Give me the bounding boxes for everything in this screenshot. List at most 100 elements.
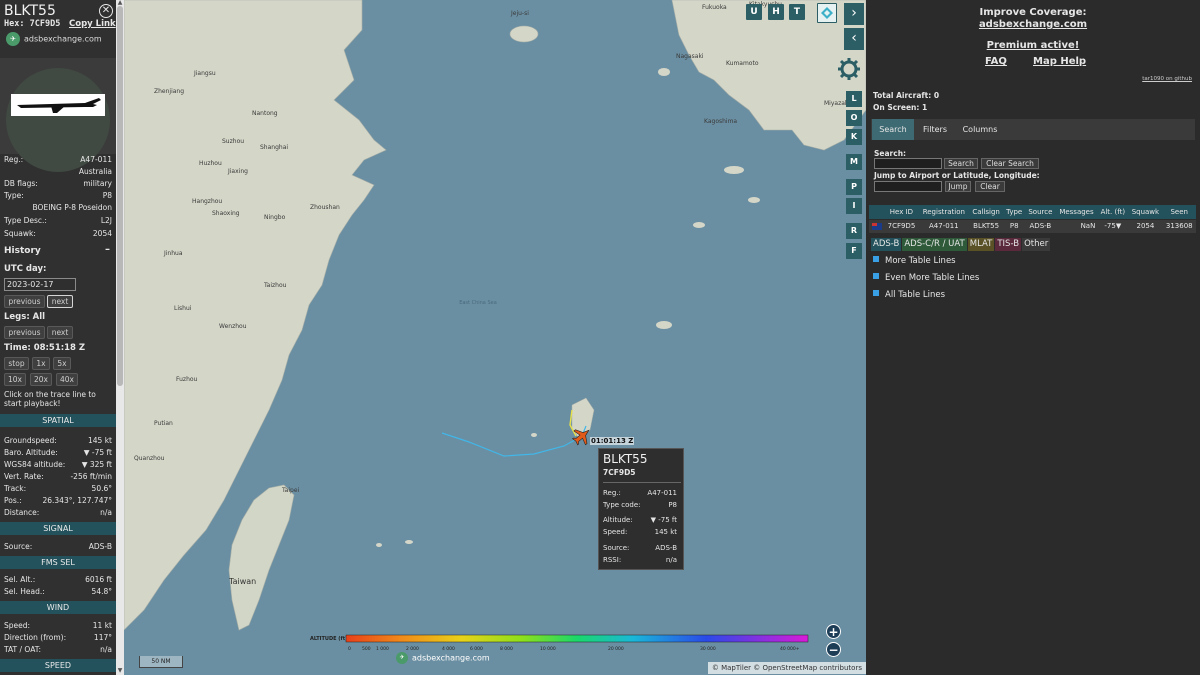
map-label: Kagoshima xyxy=(704,118,738,125)
speed-5x-button[interactable]: 5x xyxy=(53,357,71,370)
spatial-value: ▼ -75 ft xyxy=(83,448,112,457)
history-collapse-button[interactable]: – xyxy=(105,244,110,255)
leg-next-button[interactable]: next xyxy=(47,326,73,339)
toolbar-t-button[interactable]: T xyxy=(789,4,805,20)
toggle-l-button[interactable]: L xyxy=(846,91,862,107)
column-header-source[interactable]: Source xyxy=(1025,205,1056,219)
fms-key: Sel. Head.: xyxy=(4,587,45,596)
column-header-squawk[interactable]: Squawk xyxy=(1128,205,1163,219)
wind-key: Speed: xyxy=(4,621,31,630)
all-table-lines[interactable]: All Table Lines xyxy=(873,290,945,300)
cell-callsign: BLKT55 xyxy=(968,218,1004,233)
legs-label: Legs: All xyxy=(4,312,46,322)
map-brand[interactable]: ✈ adsbexchange.com xyxy=(396,652,490,664)
map-label: Jinhua xyxy=(164,250,183,257)
github-link[interactable]: tar1090 on github xyxy=(1142,76,1192,82)
zoom-in-button[interactable]: + xyxy=(826,624,841,639)
jump-label: Jump to Airport or Latitude, Longitude: xyxy=(874,171,1040,180)
toggle-p-button[interactable]: P xyxy=(846,179,862,195)
wind-key: Direction (from): xyxy=(4,633,67,642)
faq-link[interactable]: FAQ xyxy=(985,56,1007,67)
column-header-messages[interactable]: Messages xyxy=(1055,205,1098,219)
scrollbar-thumb[interactable] xyxy=(117,6,123,386)
speed-1x-button[interactable]: 1x xyxy=(32,357,50,370)
map-attribution[interactable]: © MapTiler © OpenStreetMap contributors xyxy=(707,662,866,674)
dbflags-label: DB flags: xyxy=(4,179,38,188)
spatial-header[interactable]: SPATIAL xyxy=(0,414,116,427)
speed-20x-button[interactable]: 20x xyxy=(30,373,52,386)
clear-jump-button[interactable]: Clear xyxy=(975,181,1005,192)
speed-header[interactable]: SPEED xyxy=(0,659,116,672)
layers-button[interactable] xyxy=(817,3,837,23)
map-help-link[interactable]: Map Help xyxy=(1033,56,1086,67)
left-panel-scrollbar[interactable]: ▲ ▼ xyxy=(116,0,124,675)
adsbx-link[interactable]: ✈ adsbexchange.com xyxy=(6,32,102,46)
column-header-type[interactable]: Type xyxy=(1003,205,1026,219)
scale-bar: 50 NM xyxy=(139,656,183,668)
fms-header[interactable]: FMS SEL xyxy=(0,556,116,569)
toggle-f-button[interactable]: F xyxy=(846,243,862,259)
fms-value: 6016 ft xyxy=(85,575,112,584)
more-table-lines[interactable]: More Table Lines xyxy=(873,256,956,266)
toggle-k-button[interactable]: K xyxy=(846,129,862,145)
spatial-value: ▼ 325 ft xyxy=(81,460,112,469)
checkbox-icon[interactable] xyxy=(873,256,879,262)
search-button[interactable]: Search xyxy=(944,158,978,169)
signal-source-label: Source: xyxy=(4,542,33,551)
scroll-down-icon[interactable]: ▼ xyxy=(116,668,124,674)
speed-10x-button[interactable]: 10x xyxy=(4,373,26,386)
aircraft-popup[interactable]: BLKT55 7CF9D5 Reg.: A47-011 Type code: P8 … xyxy=(598,448,684,570)
toggle-r-button[interactable]: R xyxy=(846,223,862,239)
column-header-hex[interactable]: Hex ID xyxy=(884,205,919,219)
toggle-o-button[interactable]: O xyxy=(846,110,862,126)
popup-value: n/a xyxy=(665,556,677,564)
improve-coverage-link[interactable]: adsbexchange.com xyxy=(866,19,1200,30)
checkbox-icon[interactable] xyxy=(873,273,879,279)
expand-panel-button[interactable]: › xyxy=(844,3,864,25)
speed-40x-button[interactable]: 40x xyxy=(56,373,78,386)
aircraft-silhouette[interactable] xyxy=(11,94,105,116)
clear-search-button[interactable]: Clear Search xyxy=(981,158,1039,169)
toolbar-h-button[interactable]: H xyxy=(768,4,784,20)
tab-columns[interactable]: Columns xyxy=(957,119,1003,140)
zoom-out-button[interactable]: − xyxy=(826,642,841,657)
column-header-registration[interactable]: Registration xyxy=(918,205,969,219)
utc-day-input[interactable]: 2023-02-17 xyxy=(4,278,76,291)
popup-key: Source: xyxy=(603,544,630,552)
table-header-row: Hex ID Registration Callsign Type Source… xyxy=(869,205,1196,219)
checkbox-icon[interactable] xyxy=(873,290,879,296)
close-icon[interactable]: ✕ xyxy=(99,4,113,18)
premium-link[interactable]: Premium active! xyxy=(866,40,1200,51)
tab-search[interactable]: Search xyxy=(872,119,914,140)
column-header-seen[interactable]: Seen xyxy=(1162,205,1196,219)
spatial-key: Vert. Rate: xyxy=(4,472,44,481)
collapse-panel-button[interactable]: ‹ xyxy=(844,28,864,50)
source-legend: ADS-B ADS-C/R / UAT MLAT TIS-B Other xyxy=(871,238,1051,251)
map-label: Putian xyxy=(154,420,173,427)
toggle-m-button[interactable]: M xyxy=(846,154,862,170)
even-more-table-lines[interactable]: Even More Table Lines xyxy=(873,273,979,283)
more-table-lines-label: More Table Lines xyxy=(885,256,956,266)
jump-button[interactable]: Jump xyxy=(945,181,971,192)
speed-stop-button[interactable]: stop xyxy=(4,357,29,370)
leg-previous-button[interactable]: previous xyxy=(4,326,45,339)
tab-filters[interactable]: Filters xyxy=(916,119,954,140)
toggle-i-button[interactable]: I xyxy=(846,198,862,214)
jump-input[interactable] xyxy=(874,181,942,192)
map-view[interactable]: Jeju-si Fukuoka Kitakyushu Nagasaki Kuma… xyxy=(124,0,866,675)
column-header-callsign[interactable]: Callsign xyxy=(968,205,1004,219)
column-header-altitude[interactable]: Alt. (ft) xyxy=(1097,205,1129,219)
table-row[interactable]: 7CF9D5 A47-011 BLKT55 P8 ADS-B NaN -75▼ … xyxy=(869,218,1196,233)
copy-link[interactable]: Copy Link xyxy=(69,19,116,29)
adsbx-logo-icon: ✈ xyxy=(6,32,20,46)
toolbar-u-button[interactable]: U xyxy=(746,4,762,20)
day-next-button[interactable]: next xyxy=(47,295,73,308)
settings-button[interactable] xyxy=(836,56,862,82)
signal-header[interactable]: SIGNAL xyxy=(0,522,116,535)
day-previous-button[interactable]: previous xyxy=(4,295,45,308)
wind-header[interactable]: WIND xyxy=(0,601,116,614)
map-label: Taiwan xyxy=(229,577,257,586)
map-label: Zhenjiang xyxy=(154,88,185,95)
column-header-flag[interactable] xyxy=(869,205,885,219)
search-input[interactable] xyxy=(874,158,942,169)
